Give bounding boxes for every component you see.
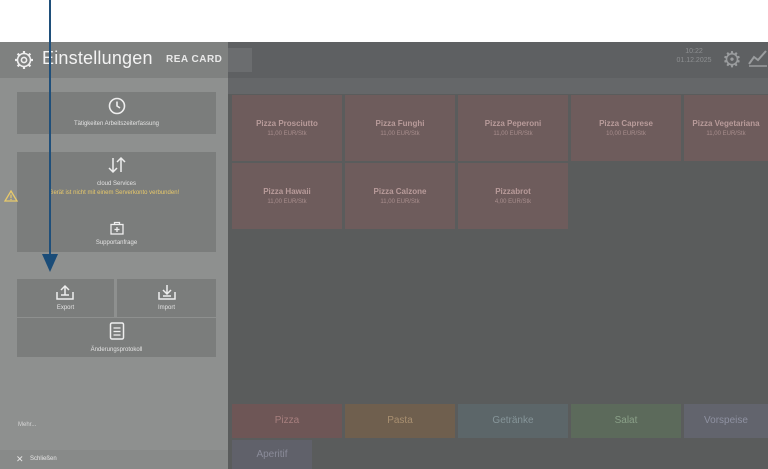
product-price: 4,00 EUR/Stk (494, 199, 532, 205)
category-pasta[interactable]: Pasta (345, 404, 455, 438)
product-name: Pizza Hawaii (263, 187, 311, 196)
annotation-arrow-head (42, 254, 58, 272)
product-price: 11,00 EUR/Stk (706, 131, 746, 137)
tab-button[interactable] (228, 48, 252, 72)
change-log-label: Änderungsprotokoll (90, 347, 143, 353)
export-label: Export (56, 305, 75, 311)
product-tile[interactable]: Pizza Funghi 11,00 EUR/Stk (345, 95, 455, 161)
time-tracking-button[interactable]: Tätigkeiten Arbeitszeiterfassung (17, 92, 216, 134)
more-link[interactable]: Mehr... (18, 422, 36, 428)
close-button[interactable]: ✕ Schließen (0, 450, 228, 469)
category-vorspeise[interactable]: Vorspeise (684, 404, 768, 438)
product-name: Pizza Calzone (373, 187, 427, 196)
cloud-services-label: cloud Services (96, 181, 137, 187)
close-label: Schließen (30, 456, 57, 462)
category-getraenke[interactable]: Getränke (458, 404, 568, 438)
product-tile[interactable]: Pizza Caprese 10,00 EUR/Stk (571, 95, 681, 161)
settings-header: Einstellungen REA CARD (0, 42, 228, 78)
document-icon (109, 322, 125, 340)
settings-panel: Einstellungen REA CARD Tätigkeiten Arbei… (0, 42, 228, 469)
product-tile[interactable]: Pizza Hawaii 11,00 EUR/Stk (232, 163, 342, 229)
product-tile[interactable]: Pizza Peperoni 11,00 EUR/Stk (458, 95, 568, 161)
product-tile[interactable]: Pizza Calzone 11,00 EUR/Stk (345, 163, 455, 229)
support-request-label: Supportanfrage (95, 240, 138, 246)
product-tile[interactable]: Pizza Vegetariana 11,00 EUR/Stk (684, 95, 768, 161)
cloud-warning-text: Gerät ist nicht mit einem Serverkonto ve… (48, 190, 180, 196)
page-title: Einstellungen (42, 48, 153, 68)
gear-icon[interactable]: ⚙ (720, 48, 744, 72)
top-bar: 10:22 01.12.2025 ⚙ (228, 42, 768, 78)
cloud-services-button[interactable]: cloud Services Gerät ist nicht mit einem… (17, 152, 216, 218)
time-tracking-label: Tätigkeiten Arbeitszeiterfassung (73, 121, 160, 127)
subheader-band (228, 78, 768, 94)
import-icon (158, 285, 176, 300)
support-request-button[interactable]: Supportanfrage (17, 218, 216, 252)
export-icon (56, 284, 74, 300)
product-price: 11,00 EUR/Stk (267, 131, 307, 137)
product-tile[interactable]: Pizzabrot 4,00 EUR/Stk (458, 163, 568, 229)
import-button[interactable]: Import (117, 279, 216, 317)
clock-date: 01.12.2025 (676, 57, 712, 64)
product-price: 11,00 EUR/Stk (267, 199, 307, 205)
medkit-icon (110, 221, 124, 235)
warning-icon (4, 190, 18, 202)
sync-arrows-icon (108, 156, 126, 174)
export-button[interactable]: Export (17, 279, 114, 317)
product-name: Pizza Vegetariana (692, 119, 760, 128)
brand-logo: REA CARD (166, 54, 223, 65)
product-price: 11,00 EUR/Stk (493, 131, 533, 137)
product-price: 10,00 EUR/Stk (606, 131, 646, 137)
close-icon: ✕ (16, 454, 24, 464)
product-name: Pizzabrot (495, 187, 531, 196)
product-tile[interactable]: Pizza Prosciutto 11,00 EUR/Stk (232, 95, 342, 161)
clock-time: 10:22 (685, 48, 703, 55)
product-name: Pizza Prosciutto (256, 119, 318, 128)
product-name: Pizza Funghi (375, 119, 425, 128)
chart-icon[interactable] (748, 48, 768, 72)
change-log-button[interactable]: Änderungsprotokoll (17, 318, 216, 357)
clock: 10:22 01.12.2025 (670, 47, 718, 65)
annotation-arrow-line (49, 0, 51, 254)
app-screen: 10:22 01.12.2025 ⚙ Pizza Prosciutto 11,00… (0, 42, 768, 469)
product-price: 11,00 EUR/Stk (380, 199, 420, 205)
category-salat[interactable]: Salat (571, 404, 681, 438)
clock-icon (108, 97, 126, 115)
category-pizza[interactable]: Pizza (232, 404, 342, 438)
product-name: Pizza Peperoni (484, 119, 542, 128)
category-aperitif[interactable]: Aperitif (232, 440, 312, 469)
import-label: Import (157, 305, 175, 311)
gear-icon (15, 51, 33, 69)
product-price: 11,00 EUR/Stk (380, 131, 420, 137)
product-name: Pizza Caprese (599, 119, 653, 128)
